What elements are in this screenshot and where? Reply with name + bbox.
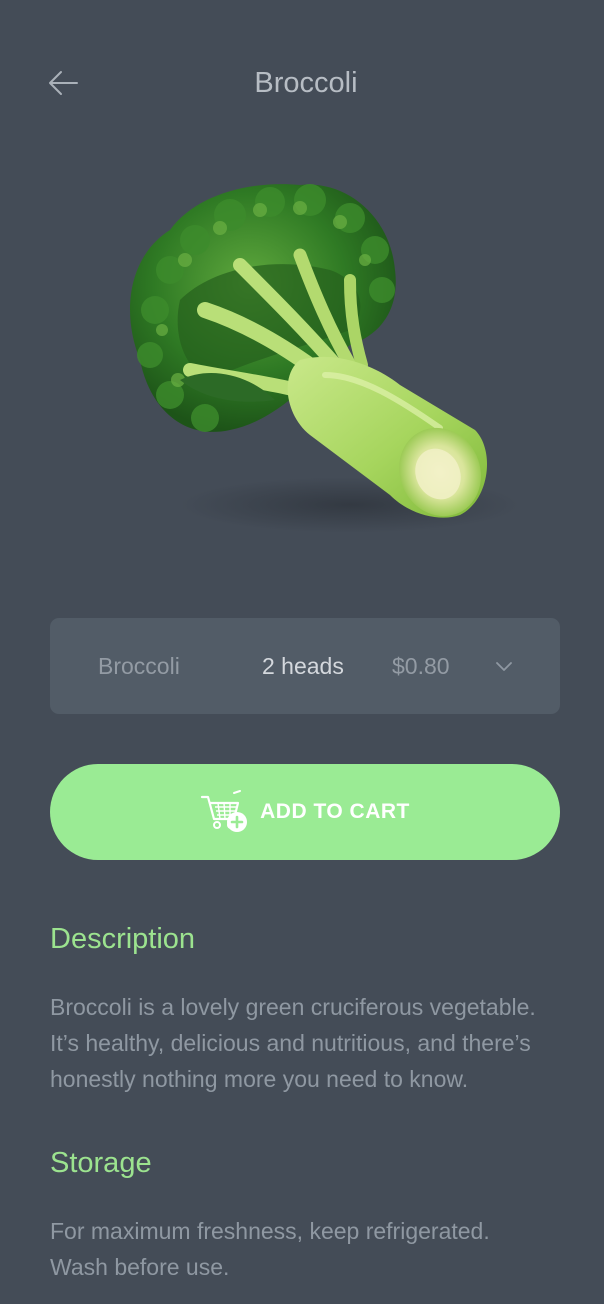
- description-line: It’s healthy, delicious and nutritious, …: [50, 1030, 531, 1056]
- storage-line: Wash before use.: [50, 1254, 230, 1280]
- description-line: honestly nothing more you need to know.: [50, 1066, 469, 1092]
- page-title: Broccoli: [254, 67, 358, 99]
- chevron-down-icon: [496, 662, 512, 671]
- variant-selector[interactable]: Broccoli 2 heads $0.80: [50, 618, 560, 714]
- description-line: Broccoli is a lovely green cruciferous v…: [50, 994, 536, 1020]
- storage-heading: Storage: [50, 1147, 152, 1179]
- broccoli-image: [100, 160, 520, 550]
- add-to-cart-button[interactable]: ADD TO CART: [50, 764, 560, 860]
- storage-text: For maximum freshness, keep refrigerated…: [50, 1213, 570, 1285]
- cart-plus-icon: [201, 790, 248, 832]
- description-heading: Description: [50, 923, 196, 955]
- storage-line: For maximum freshness, keep refrigerated…: [50, 1218, 490, 1244]
- selector-product-name: Broccoli: [98, 653, 180, 679]
- selector-quantity: 2 heads: [262, 653, 344, 679]
- selector-price: $0.80: [392, 653, 450, 679]
- product-detail-screen: Broccoli Broccoli 2 heads $0.80 ADD TO C…: [0, 0, 604, 1304]
- description-text: Broccoli is a lovely green cruciferous v…: [50, 989, 570, 1097]
- add-to-cart-label: ADD TO CART: [260, 800, 410, 823]
